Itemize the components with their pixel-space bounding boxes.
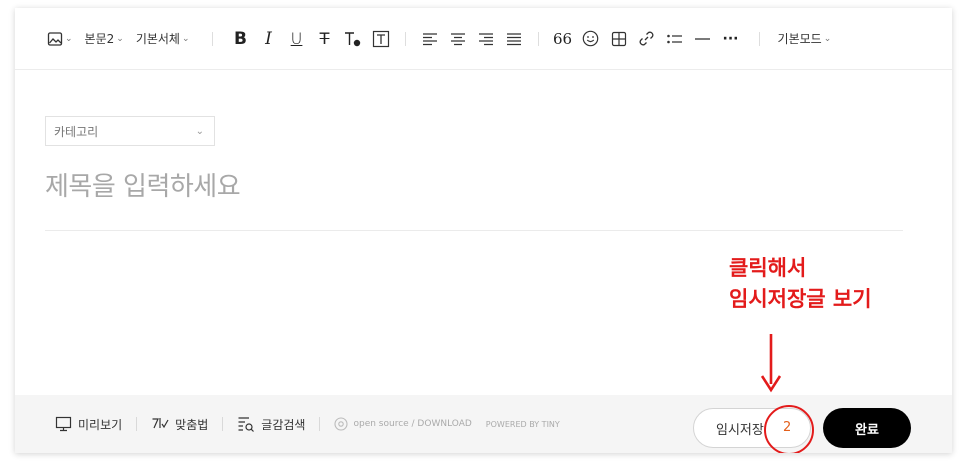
annotation-line-1: 클릭해서 [729,256,807,280]
editor-mode-label: 기본모드 [777,32,822,46]
annotation-arrow-icon [760,334,782,393]
quote-icon: 66 [552,29,573,48]
footer-divider [222,417,224,431]
divider-button[interactable] [689,28,717,50]
text-search-label: 글감검색 [261,417,306,432]
highlight-circle [764,405,814,453]
link-button[interactable] [633,28,661,50]
link-icon [639,31,654,46]
align-justify-icon [506,32,521,45]
align-right-icon [478,32,493,45]
font-family-label: 기본서체 [135,32,180,46]
insert-image-button[interactable]: ⌄ [47,28,73,50]
strikethrough-icon: T [319,29,330,48]
underline-icon: U [290,29,303,48]
text-search-icon [238,417,255,432]
preview-button[interactable]: 미리보기 [55,416,122,433]
bold-button[interactable]: B [227,28,255,50]
annotation-line-2: 임시저장글 보기 [729,287,872,311]
editor-toolbar: ⌄ 본문2 ⌄ 기본서체 ⌄ B I U T 66 ··· 기본모드 ⌄ [15,8,952,70]
table-button[interactable] [605,28,633,50]
powered-by-label: POWERED BY TINY [485,419,560,429]
footer-divider [136,417,138,431]
toolbar-divider [758,31,760,46]
spellcheck-label: 맞춤법 [175,417,209,432]
image-icon [47,31,63,46]
publish-label: 완료 [855,422,879,438]
monitor-icon [55,416,72,432]
strikethrough-button[interactable]: T [311,28,339,50]
title-divider [45,230,903,231]
chevron-down-icon: ⌄ [181,33,190,44]
chevron-down-icon: ⌄ [65,33,73,44]
open-source-link[interactable]: open source / DOWNLOAD [334,417,472,431]
toolbar-divider [537,31,539,46]
align-left-icon [422,32,437,45]
table-icon [611,31,626,46]
font-family-dropdown[interactable]: 기본서체 ⌄ [136,28,190,50]
text-color-button[interactable] [339,28,367,50]
text-background-icon [372,30,389,47]
emoji-button[interactable] [577,28,605,50]
text-background-button[interactable] [367,28,395,50]
align-center-button[interactable] [444,28,472,50]
align-right-button[interactable] [472,28,500,50]
paragraph-style-label: 본문2 [84,32,115,46]
category-placeholder: 카테고리 [54,124,99,139]
spellcheck-button[interactable]: 맞춤법 [151,416,208,433]
list-button[interactable] [661,28,689,50]
chevron-down-icon: ⌄ [116,33,124,44]
bold-icon: B [234,28,248,49]
text-color-icon [344,31,360,46]
quote-button[interactable]: 66 [549,28,577,50]
footer-divider [319,417,321,431]
align-justify-button[interactable] [500,28,528,50]
draft-label: 임시저장 [716,422,764,438]
publish-button[interactable]: 완료 [823,408,911,448]
toolbar-divider [211,31,213,46]
list-icon [667,34,683,43]
chevron-down-icon: ⌄ [195,125,204,137]
toolbar-divider [404,31,406,46]
underline-button[interactable]: U [283,28,311,50]
emoji-icon [582,30,599,47]
chevron-down-icon: ⌄ [823,33,832,44]
italic-icon: I [265,28,272,49]
editor-mode-dropdown[interactable]: 기본모드 ⌄ [778,28,832,50]
annotation-text: 클릭해서 임시저장글 보기 [729,253,872,315]
paragraph-style-dropdown[interactable]: 본문2 ⌄ [85,28,124,50]
align-center-icon [450,32,465,45]
italic-button[interactable]: I [255,28,283,50]
preview-label: 미리보기 [78,417,123,432]
open-source-icon [334,417,349,431]
category-select[interactable]: 카테고리 ⌄ [45,116,215,146]
open-source-label: open source / DOWNLOAD [353,419,472,429]
editor-window: ⌄ 본문2 ⌄ 기본서체 ⌄ B I U T 66 ··· 기본모드 ⌄ 카테고… [15,8,952,453]
divider-icon [695,37,711,40]
more-icon: ··· [722,30,739,47]
spellcheck-icon [152,418,169,429]
more-button[interactable]: ··· [717,28,745,50]
text-search-button[interactable]: 글감검색 [237,416,305,433]
align-left-button[interactable] [416,28,444,50]
title-input[interactable]: 제목을 입력하세요 [45,166,241,203]
